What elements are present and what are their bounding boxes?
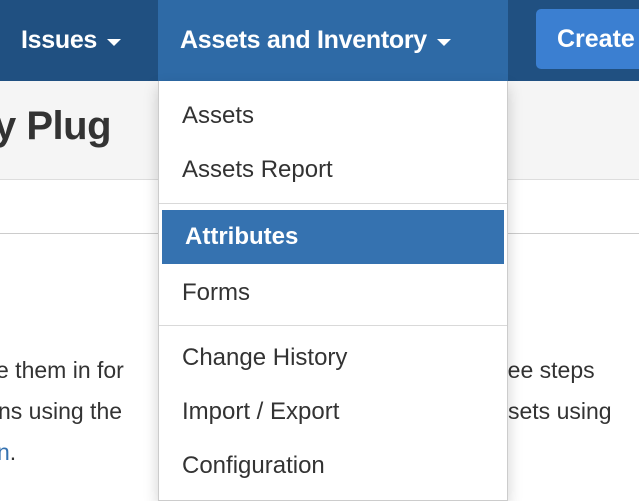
body-text-line-3: n.: [0, 438, 16, 466]
chevron-down-icon: [107, 38, 122, 46]
menu-item-label: Import / Export: [182, 398, 340, 425]
body-text-line-2-left: ns using the: [0, 398, 123, 424]
nav-assets-label: Assets and Inventory: [180, 26, 427, 54]
menu-item-configuration[interactable]: Configuration: [159, 439, 507, 493]
create-button[interactable]: Create: [536, 9, 639, 69]
menu-item-assets-report[interactable]: Assets Report: [159, 143, 507, 197]
menu-divider: [159, 203, 507, 204]
chevron-down-icon: [436, 38, 451, 46]
menu-item-assets[interactable]: Assets: [159, 89, 507, 143]
menu-item-label: Configuration: [182, 452, 325, 479]
page-title: y Plug: [0, 104, 112, 148]
menu-item-label: Attributes: [185, 223, 299, 250]
create-button-label: Create: [557, 24, 635, 53]
menu-item-label: Forms: [182, 279, 250, 306]
body-text-tail: .: [9, 439, 17, 465]
nav-issues-label: Issues: [21, 26, 98, 54]
menu-item-forms[interactable]: Forms: [159, 266, 507, 320]
assets-dropdown-menu: Assets Assets Report Attributes Forms Ch…: [158, 81, 508, 501]
body-text-line-2-right: sets using: [508, 398, 612, 424]
menu-item-label: Change History: [182, 344, 348, 371]
nav-issues-menu[interactable]: Issues: [21, 0, 122, 81]
body-text-line-1-left: e them in for: [0, 357, 124, 383]
body-text-line-1-right: ree steps: [500, 357, 595, 383]
menu-item-import-export[interactable]: Import / Export: [159, 385, 507, 439]
menu-item-attributes[interactable]: Attributes: [162, 210, 504, 264]
menu-divider: [159, 325, 507, 326]
nav-assets-menu[interactable]: Assets and Inventory: [158, 0, 508, 81]
menu-item-label: Assets: [182, 102, 255, 129]
top-navbar: Issues Assets and Inventory Create: [0, 0, 639, 81]
body-link[interactable]: n: [0, 439, 10, 465]
menu-item-label: Assets Report: [182, 156, 333, 183]
menu-item-change-history[interactable]: Change History: [159, 331, 507, 385]
